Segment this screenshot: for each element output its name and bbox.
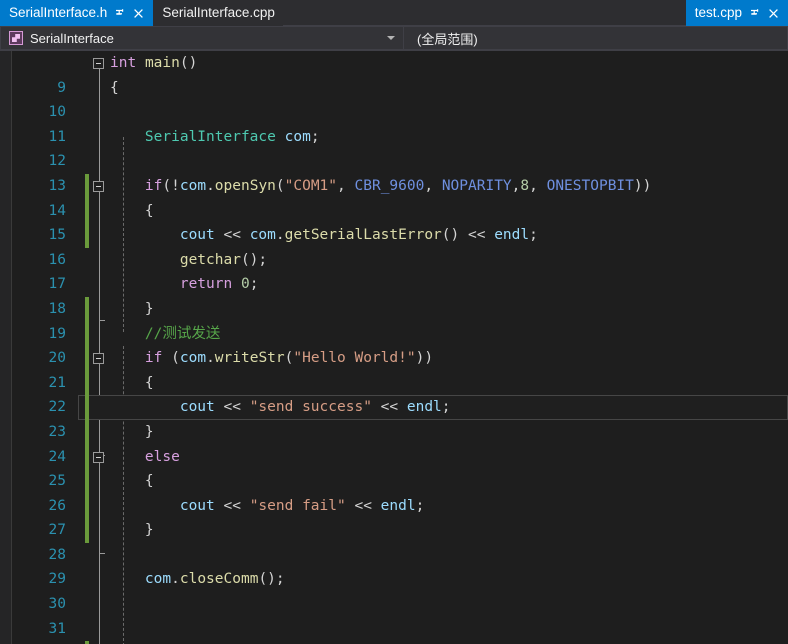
tab-label: test.cpp bbox=[694, 5, 742, 20]
change-bar bbox=[85, 173, 89, 199]
class-icon bbox=[9, 31, 23, 45]
change-bar bbox=[85, 370, 89, 396]
code-line[interactable]: 18 return 0; bbox=[0, 272, 788, 317]
member-dropdown[interactable]: (全局范围) bbox=[404, 26, 788, 50]
line-content: return 0; bbox=[179, 276, 259, 293]
tab-serialinterface-h[interactable]: SerialInterface.h bbox=[0, 0, 154, 26]
line-content: } bbox=[144, 300, 154, 317]
tab-serialinterface-cpp[interactable]: SerialInterface.cpp bbox=[153, 0, 283, 26]
member-dropdown-label: (全局范围) bbox=[417, 31, 478, 47]
scope-dropdown-label: SerialInterface bbox=[30, 30, 114, 46]
change-bar bbox=[85, 419, 89, 445]
line-content: } bbox=[144, 522, 154, 539]
chevron-down-icon bbox=[387, 36, 395, 40]
change-bar bbox=[85, 198, 89, 224]
line-content: if (com.writeStr("Hello World!")) bbox=[144, 350, 434, 367]
code-line[interactable]: 30 com.closeComm(); bbox=[0, 567, 788, 612]
fold-collapse-icon[interactable] bbox=[93, 180, 104, 192]
code-line[interactable]: 24 } bbox=[0, 419, 788, 465]
tab-strip: SerialInterface.h SerialInterface.cpp te… bbox=[0, 0, 788, 26]
code-line[interactable]: 25 else bbox=[0, 444, 788, 489]
line-content: com.closeComm(); bbox=[144, 571, 285, 588]
code-line[interactable]: 26 { bbox=[0, 469, 788, 514]
change-bar bbox=[85, 346, 89, 371]
change-bar bbox=[85, 223, 89, 248]
code-line[interactable]: 13 bbox=[0, 149, 788, 194]
code-line[interactable]: 10 { bbox=[0, 76, 788, 121]
code-line[interactable]: 32 bbox=[0, 617, 788, 642]
line-content: //测试发送 bbox=[144, 325, 221, 342]
code-line[interactable]: 16 cout << com.getSerialLastError() << e… bbox=[0, 223, 788, 268]
code-line[interactable]: 9 int main() bbox=[0, 51, 788, 96]
tab-strip-filler bbox=[282, 0, 686, 25]
line-content: { bbox=[144, 202, 154, 219]
navigation-bar: SerialInterface (全局范围) bbox=[0, 26, 788, 51]
change-bar bbox=[85, 444, 89, 470]
close-icon[interactable] bbox=[767, 7, 780, 20]
code-line[interactable]: 29 bbox=[0, 543, 788, 587]
change-bar bbox=[85, 296, 89, 322]
code-line[interactable]: 23 cout << "send success" << endl; bbox=[0, 395, 788, 440]
change-bar bbox=[85, 518, 89, 543]
line-content: } bbox=[144, 423, 154, 440]
code-editor[interactable]: 9 int main() 10 { 11 12 SerialInterface … bbox=[0, 51, 788, 644]
code-line[interactable]: 14 if(!com.openSyn("COM1", CBR_9600, NOP… bbox=[0, 173, 788, 219]
line-content: cout << "send fail" << endl; bbox=[179, 497, 425, 514]
fold-collapse-icon[interactable] bbox=[93, 451, 104, 463]
change-bar bbox=[85, 321, 89, 347]
line-content: { bbox=[110, 79, 119, 96]
close-icon[interactable] bbox=[132, 7, 145, 20]
line-content: int main() bbox=[110, 55, 198, 71]
tab-test-cpp[interactable]: test.cpp bbox=[685, 0, 788, 26]
code-line[interactable]: 11 bbox=[0, 100, 788, 145]
code-line[interactable]: 22 { bbox=[0, 370, 788, 415]
code-surface[interactable]: 9 int main() 10 { 11 12 SerialInterface … bbox=[0, 51, 788, 644]
line-content: cout << com.getSerialLastError() << endl… bbox=[179, 227, 538, 244]
code-line-current[interactable]: 20 //测试发送 bbox=[0, 321, 788, 420]
scope-dropdown[interactable]: SerialInterface bbox=[0, 26, 404, 50]
pin-icon[interactable] bbox=[748, 7, 761, 20]
code-line[interactable]: 28 } bbox=[0, 518, 788, 563]
pin-icon[interactable] bbox=[113, 7, 126, 20]
line-content: cout << "send success" << endl; bbox=[179, 399, 451, 416]
code-line[interactable]: 27 cout << "send fail" << endl; bbox=[0, 493, 788, 538]
tab-label: SerialInterface.h bbox=[9, 5, 108, 20]
line-content: else bbox=[144, 448, 180, 465]
line-content: { bbox=[144, 374, 154, 391]
code-line[interactable]: 17 getchar(); bbox=[0, 248, 788, 293]
tab-label: SerialInterface.cpp bbox=[162, 5, 275, 20]
line-content: if(!com.openSyn("COM1", CBR_9600, NOPARI… bbox=[144, 177, 652, 194]
change-bar bbox=[85, 493, 89, 519]
change-bar bbox=[85, 469, 89, 494]
line-content: SerialInterface com; bbox=[144, 128, 320, 145]
code-line[interactable]: 12 SerialInterface com; bbox=[0, 125, 788, 170]
line-content: { bbox=[144, 473, 154, 490]
code-line[interactable]: 31 bbox=[0, 592, 788, 637]
line-content: getchar(); bbox=[179, 251, 268, 268]
fold-collapse-icon[interactable] bbox=[93, 353, 104, 365]
code-line[interactable]: 21 if (com.writeStr("Hello World!")) bbox=[0, 346, 788, 391]
change-bar bbox=[85, 395, 89, 420]
fold-collapse-icon[interactable] bbox=[93, 58, 104, 69]
code-line[interactable]: 15 { bbox=[0, 198, 788, 243]
code-line[interactable]: 19 } bbox=[0, 296, 788, 342]
